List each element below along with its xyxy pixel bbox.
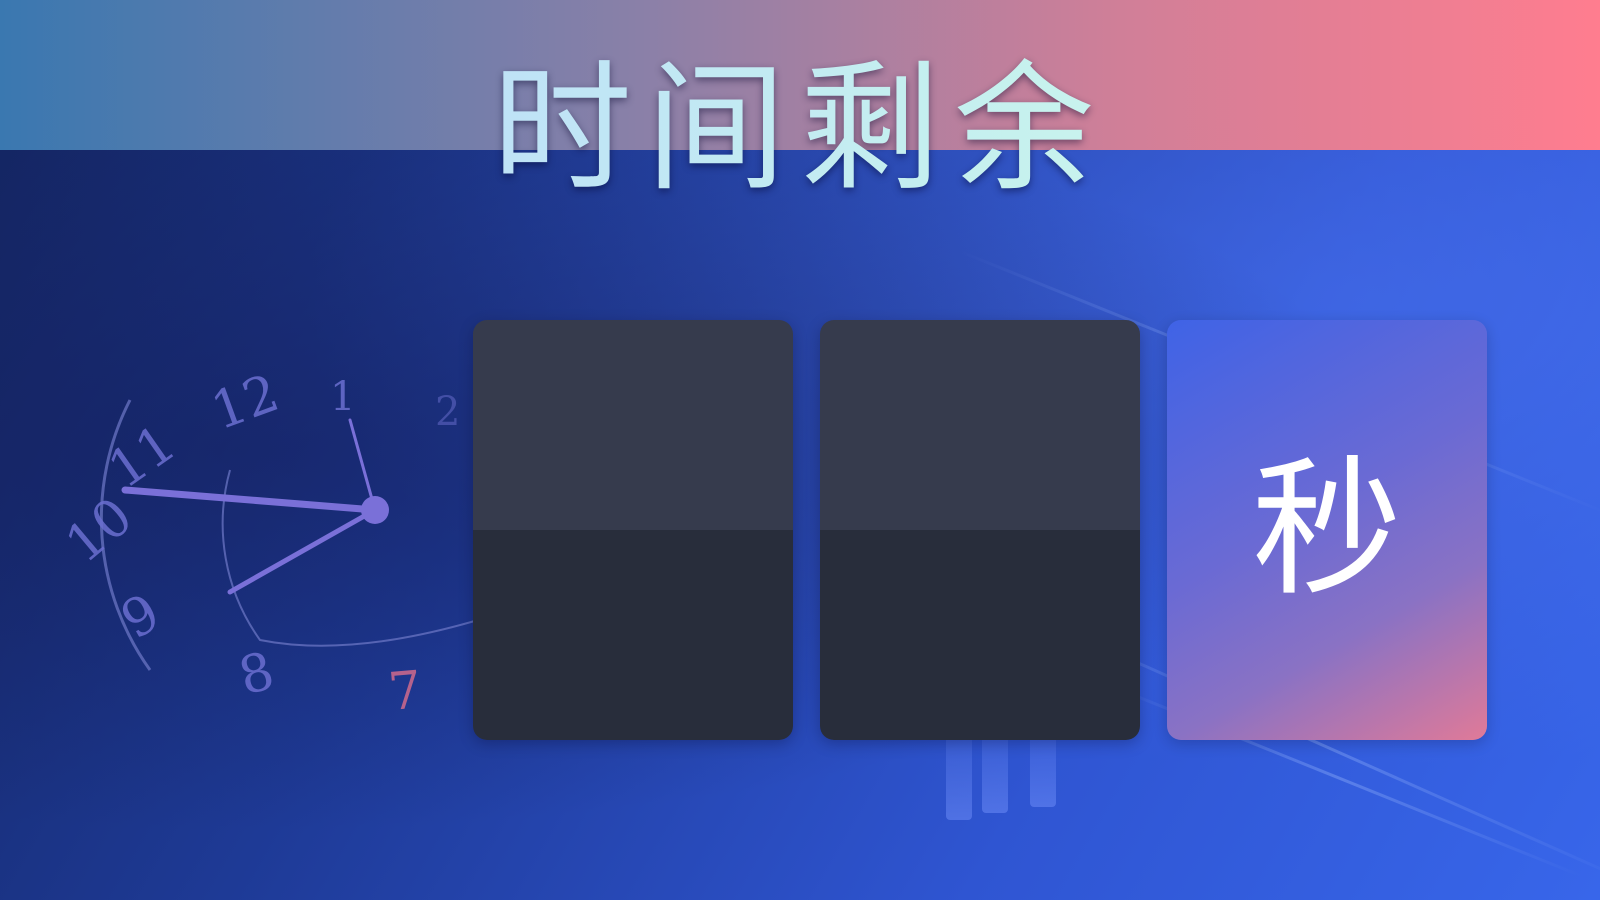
countdown-digit-card-tens [473, 320, 793, 740]
clock-illustration: 12 11 10 9 8 7 1 2 [55, 363, 511, 723]
countdown-digit-card-ones [820, 320, 1140, 740]
countdown-digit [473, 320, 793, 740]
background-glass-bar [946, 735, 972, 820]
unit-card: 秒 [1167, 320, 1487, 740]
unit-label: 秒 [1251, 443, 1402, 617]
background-glass-bar [982, 735, 1008, 813]
background-glass-bar [1030, 735, 1056, 807]
page-title: 时间剩余 [0, 55, 1600, 205]
clock-numeral: 2 [435, 389, 460, 435]
countdown-screen: 12 11 10 9 8 7 1 2 时间剩余 秒 [0, 0, 1600, 900]
clock-numeral: 1 [330, 374, 355, 420]
clock-numeral: 8 [233, 641, 280, 708]
clock-numeral: 7 [386, 660, 424, 723]
countdown-digit [820, 320, 1140, 740]
clock-numeral: 12 [204, 363, 287, 442]
clock-numeral: 11 [98, 414, 187, 501]
